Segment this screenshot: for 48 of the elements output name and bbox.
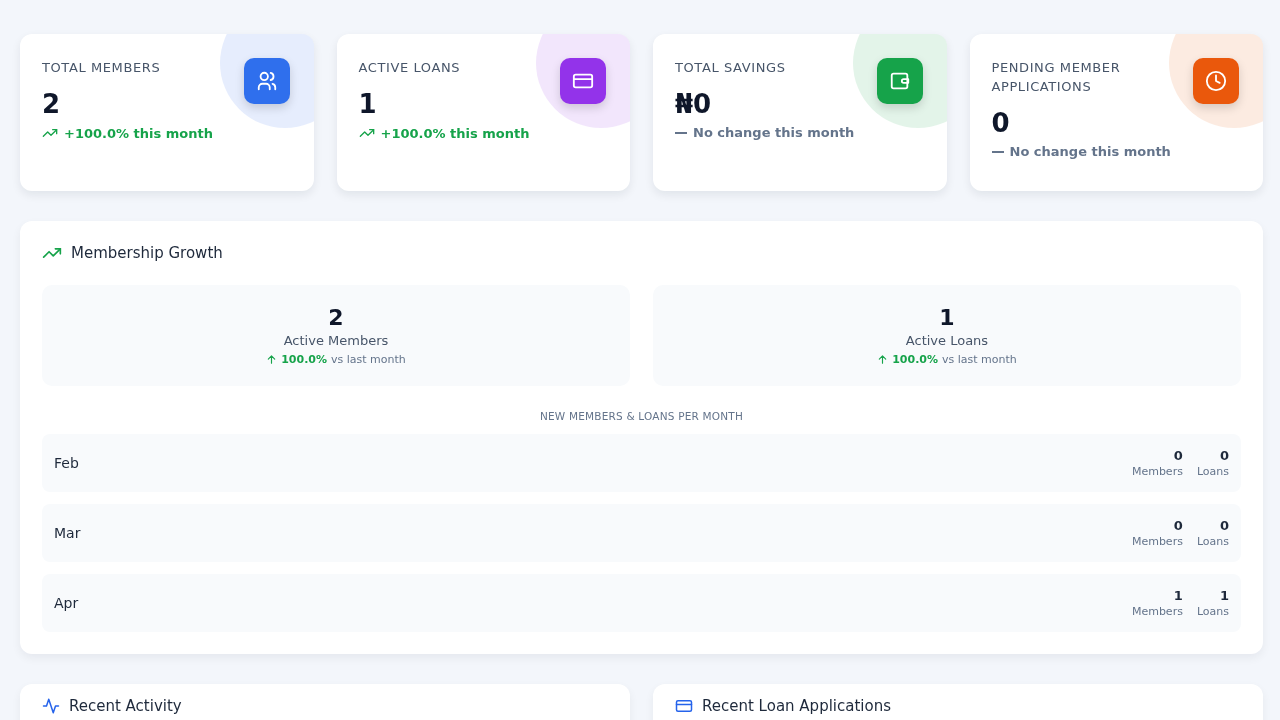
- summary-note: vs last month: [331, 353, 406, 366]
- panel-title: Membership Growth: [71, 244, 223, 262]
- stat-change: +100.0% this month: [64, 125, 213, 141]
- dash-icon: [991, 150, 1004, 153]
- loans-label: Loans: [1196, 535, 1229, 548]
- summary-label: Active Members: [283, 333, 389, 348]
- members-count: 1: [1173, 588, 1183, 603]
- arrow-up-icon: [266, 354, 278, 365]
- stat-change: +100.0% this month: [380, 125, 530, 141]
- people-icon: [255, 70, 278, 92]
- loans-label: Loans: [1196, 605, 1229, 618]
- members-count: 0: [1173, 518, 1183, 533]
- panel-title: Recent Activity: [69, 697, 182, 715]
- arrow-up-icon: [877, 354, 889, 365]
- members-label: Members: [1131, 535, 1183, 548]
- members-count: 0: [1173, 448, 1183, 463]
- summary-note: vs last month: [942, 353, 1017, 366]
- loans-count: 1: [1219, 588, 1229, 603]
- stat-label: PENDING MEMBER APPLICATIONS: [991, 59, 1122, 96]
- credit-card-icon: [675, 697, 693, 715]
- wallet-icon: [888, 70, 911, 92]
- summary-value: 1: [939, 305, 955, 330]
- stat-value: 0: [991, 108, 1010, 138]
- stat-value: ₦0: [675, 89, 712, 119]
- month-name: Mar: [54, 525, 81, 541]
- dash-icon: [675, 131, 687, 134]
- stat-value: 2: [42, 89, 61, 119]
- clock-icon: [1205, 70, 1227, 92]
- members-label: Members: [1131, 605, 1183, 618]
- loans-count: 0: [1219, 518, 1229, 533]
- loans-count: 0: [1219, 448, 1229, 463]
- stat-value: 1: [358, 89, 377, 119]
- summary-value: 2: [328, 305, 344, 330]
- stat-label: TOTAL MEMBERS: [42, 59, 162, 77]
- summary-percent: 100.0%: [892, 353, 938, 366]
- stat-label: TOTAL SAVINGS: [675, 59, 787, 77]
- pulse-icon: [42, 697, 60, 715]
- members-label: Members: [1131, 465, 1183, 478]
- month-name: Feb: [54, 455, 79, 471]
- section-heading: NEW MEMBERS & LOANS PER MONTH: [538, 410, 745, 422]
- loans-label: Loans: [1196, 465, 1229, 478]
- stat-change: No change this month: [1009, 144, 1171, 159]
- stat-label: ACTIVE LOANS: [358, 59, 462, 77]
- stat-change: No change this month: [693, 125, 855, 140]
- panel-title: Recent Loan Applications: [702, 697, 891, 715]
- summary-label: Active Loans: [905, 333, 989, 348]
- month-name: Apr: [54, 595, 79, 611]
- summary-percent: 100.0%: [281, 353, 327, 366]
